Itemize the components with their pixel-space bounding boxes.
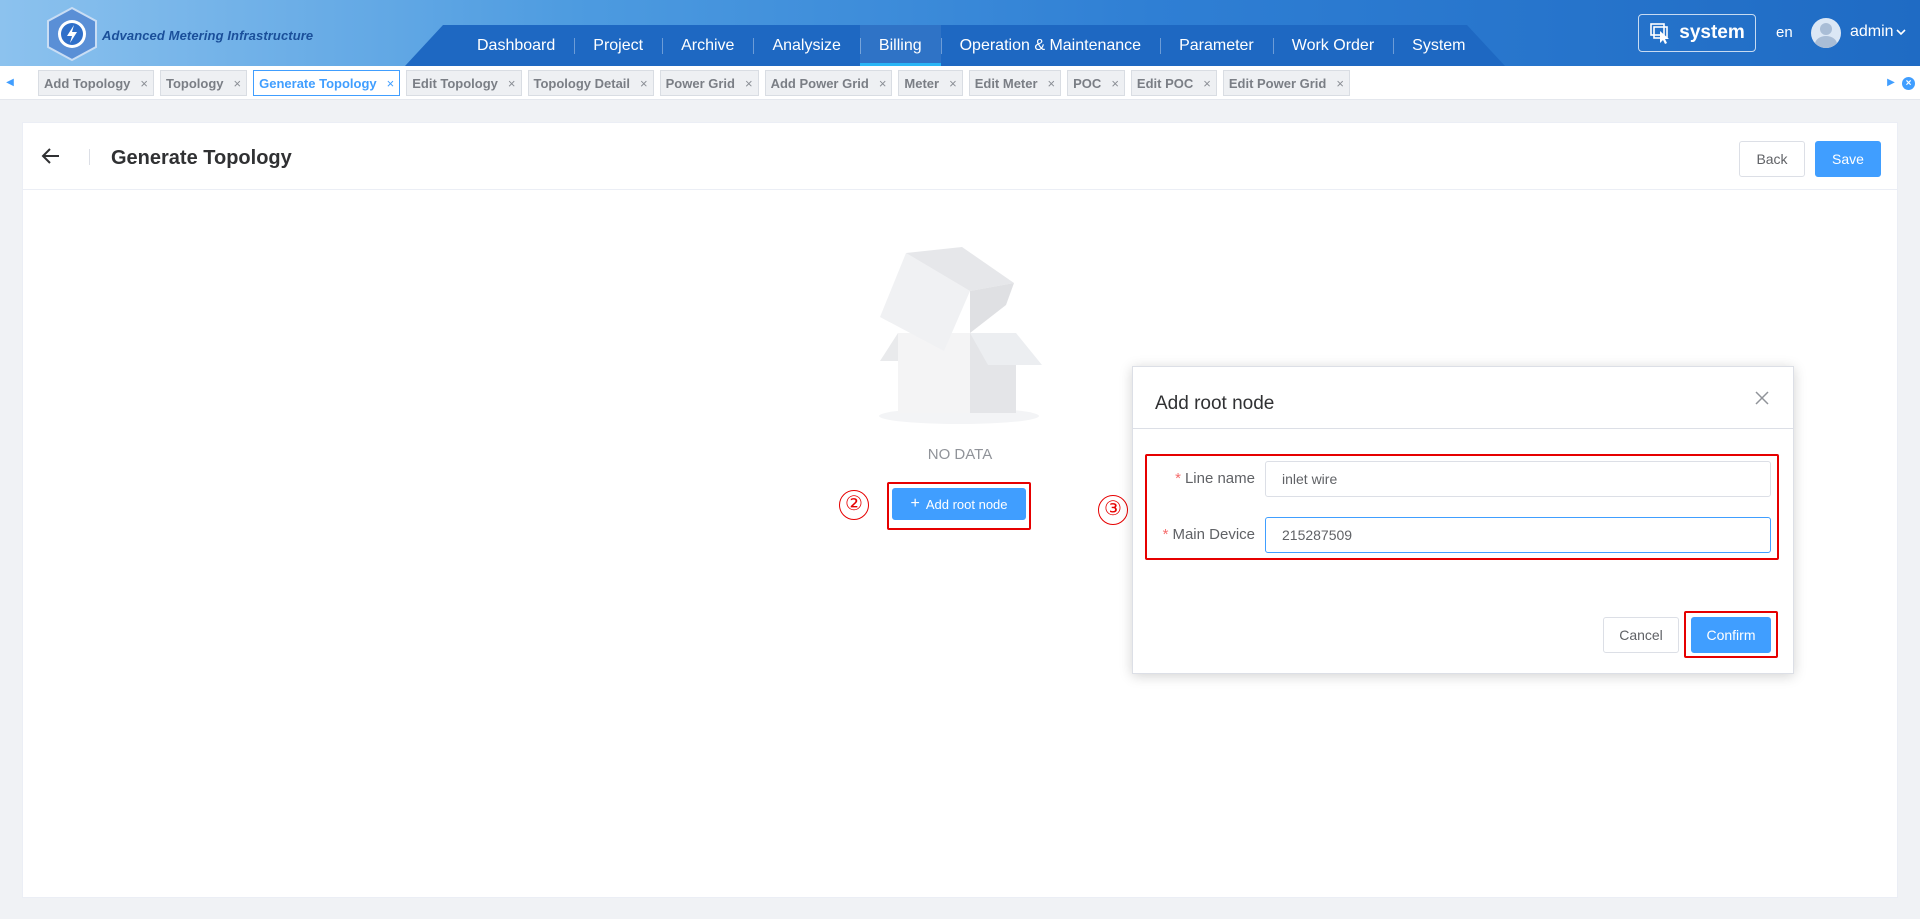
close-icon[interactable]: ×: [640, 76, 648, 91]
close-icon[interactable]: ×: [879, 76, 887, 91]
tab-add-power-grid[interactable]: Add Power Grid ×: [764, 70, 893, 96]
nav-work-order[interactable]: Work Order: [1272, 25, 1393, 66]
close-icon[interactable]: ×: [508, 76, 516, 91]
tab-meter[interactable]: Meter ×: [898, 70, 963, 96]
main-nav: Dashboard Project Archive Analysize Bill…: [458, 25, 1485, 66]
annotation-step-2: ②: [839, 490, 869, 520]
close-icon[interactable]: [1755, 391, 1769, 405]
tab-label: Add Power Grid: [770, 75, 869, 91]
system-switch-button[interactable]: system: [1638, 14, 1756, 52]
tab-generate-topology[interactable]: Generate Topology ×: [253, 70, 401, 96]
close-icon[interactable]: ×: [745, 76, 753, 91]
close-icon[interactable]: ×: [234, 76, 242, 91]
card-header: Generate Topology Back Save: [23, 123, 1897, 190]
dialog-title: Add root node: [1155, 393, 1275, 414]
tab-edit-topology[interactable]: Edit Topology ×: [406, 70, 522, 96]
divider: [89, 149, 90, 165]
tab-label: Topology: [166, 75, 224, 91]
tab-add-topology[interactable]: Add Topology ×: [38, 70, 154, 96]
open-tabs: Add Topology × Topology × Generate Topolog…: [38, 70, 1350, 96]
close-icon[interactable]: ×: [1048, 76, 1056, 91]
back-button[interactable]: Back: [1739, 141, 1805, 177]
empty-box-icon: [879, 247, 1042, 424]
back-arrow-icon[interactable]: [41, 147, 61, 165]
nav-project[interactable]: Project: [574, 25, 662, 66]
tab-edit-poc[interactable]: Edit POC ×: [1130, 70, 1217, 96]
tab-label: Edit Power Grid: [1228, 75, 1327, 91]
tab-power-grid[interactable]: Power Grid ×: [659, 70, 759, 96]
tab-label: Edit POC: [1136, 75, 1194, 91]
app-name: Advanced Metering Infrastructure: [102, 28, 314, 43]
tabs-scroll-right-icon[interactable]: ▶: [1885, 76, 1897, 90]
tab-label: Topology Detail: [533, 75, 631, 91]
nav-analysize[interactable]: Analysize: [753, 25, 859, 66]
close-icon[interactable]: ×: [949, 76, 957, 91]
avatar[interactable]: [1811, 18, 1841, 48]
dialog-header: Add root node: [1133, 367, 1793, 429]
tab-label: Generate Topology: [259, 75, 377, 91]
close-icon[interactable]: ×: [1203, 76, 1211, 91]
nav-parameter[interactable]: Parameter: [1160, 25, 1273, 66]
tab-edit-power-grid[interactable]: Edit Power Grid ×: [1222, 70, 1350, 96]
cursor-window-icon: [1650, 23, 1670, 44]
tab-edit-meter[interactable]: Edit Meter ×: [968, 70, 1062, 96]
nav-archive[interactable]: Archive: [662, 25, 753, 66]
nav-dashboard[interactable]: Dashboard: [458, 25, 574, 66]
tabs-bar: ◀ Add Topology × Topology × Generate Topol…: [0, 66, 1920, 100]
user-name[interactable]: admin: [1850, 23, 1894, 41]
chevron-down-icon[interactable]: [1895, 26, 1907, 38]
close-icon[interactable]: ×: [140, 76, 148, 91]
close-all-tabs-icon[interactable]: ×: [1902, 77, 1915, 90]
language-switch[interactable]: en: [1776, 24, 1793, 41]
annotation-box-form: [1145, 454, 1779, 560]
nav-operation-maintenance[interactable]: Operation & Maintenance: [940, 25, 1160, 66]
tab-label: Meter: [904, 75, 940, 91]
tab-label: Edit Topology: [412, 75, 498, 91]
page-title: Generate Topology: [111, 147, 292, 169]
tab-topology[interactable]: Topology ×: [160, 70, 248, 96]
tab-label: Add Topology: [44, 75, 131, 91]
tab-topology-detail[interactable]: Topology Detail ×: [527, 70, 654, 96]
app-logo-icon: [47, 6, 97, 62]
tab-poc[interactable]: POC ×: [1067, 70, 1125, 96]
annotation-step-3: ③: [1098, 495, 1128, 525]
system-label: system: [1679, 22, 1745, 43]
close-icon[interactable]: ×: [1336, 76, 1344, 91]
tabs-scroll-left-icon[interactable]: ◀: [4, 76, 16, 90]
top-header: Advanced Metering Infrastructure Dashboa…: [0, 0, 1920, 66]
empty-text: NO DATA: [927, 446, 993, 463]
tab-label: Edit Meter: [974, 75, 1038, 91]
save-button[interactable]: Save: [1815, 141, 1881, 177]
cancel-button[interactable]: Cancel: [1603, 617, 1679, 653]
tab-label: POC: [1073, 75, 1102, 91]
nav-billing[interactable]: Billing: [859, 25, 941, 66]
tab-label: Power Grid: [665, 75, 735, 91]
close-icon[interactable]: ×: [1111, 76, 1119, 91]
annotation-box-confirm: [1684, 611, 1778, 658]
annotation-box-add-root: [887, 482, 1031, 530]
close-icon[interactable]: ×: [387, 76, 395, 91]
nav-system[interactable]: System: [1393, 25, 1484, 66]
